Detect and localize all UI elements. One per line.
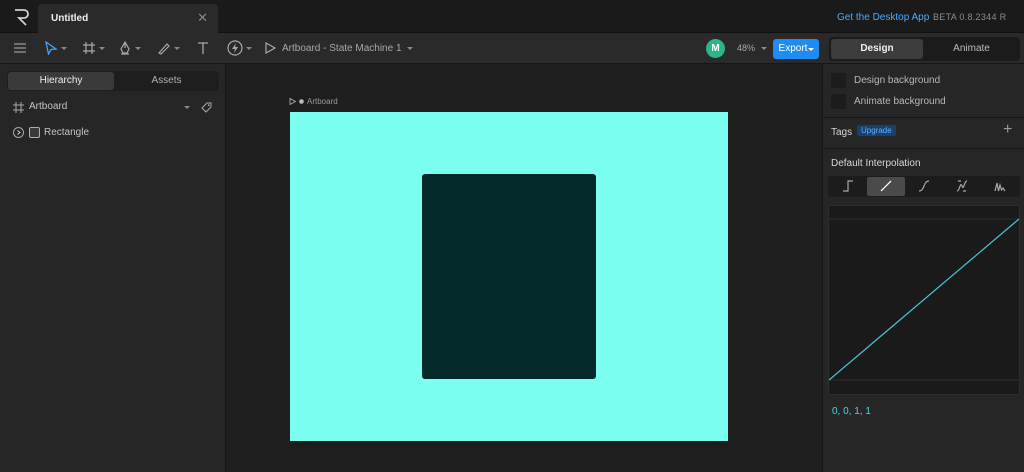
interpolation-options [828, 176, 1020, 197]
chevron-down-icon [407, 46, 414, 50]
dot-icon [299, 99, 304, 104]
interpolation-cubic-mirror-button[interactable] [943, 177, 981, 196]
elastic-curve-icon [994, 182, 1006, 192]
chevron-down-icon [760, 47, 767, 51]
lightning-icon [227, 40, 243, 56]
interpolation-linear-button[interactable] [867, 177, 905, 196]
chevron-down-icon [99, 46, 105, 50]
divider [823, 117, 1024, 118]
text-tool-button[interactable] [196, 38, 210, 58]
tag-icon[interactable] [201, 102, 212, 113]
artboard[interactable] [290, 112, 728, 441]
frame-icon [83, 42, 95, 54]
select-tool-button[interactable] [44, 38, 67, 58]
interpolation-hold-button[interactable] [829, 177, 867, 196]
events-tool-button[interactable] [227, 38, 252, 58]
design-background-checkbox[interactable] [831, 73, 846, 88]
artboard-label[interactable]: Artboard [289, 97, 338, 106]
inspector-panel: Design background Animate background Tag… [822, 64, 1024, 472]
interpolation-cubic-button[interactable] [905, 177, 943, 196]
tab-assets[interactable]: Assets [115, 72, 218, 90]
animate-background-checkbox[interactable] [831, 94, 846, 109]
shape-tool-button[interactable] [157, 38, 180, 58]
design-mode-button[interactable]: Design [831, 39, 923, 59]
artboard-name: Artboard [307, 97, 338, 106]
version-label: BETA 0.8.2344 R [933, 12, 1007, 22]
cubic-curve-icon [918, 180, 930, 192]
brush-icon [158, 43, 170, 55]
hamburger-menu-icon [14, 43, 26, 53]
cubic-mirror-curve-icon [956, 180, 968, 192]
upgrade-badge[interactable]: Upgrade [857, 125, 896, 136]
title-bar: Untitled ✕ Get the Desktop App BETA 0.8.… [0, 0, 1024, 33]
chevron-down-icon [174, 46, 180, 50]
interpolation-curve [828, 218, 1020, 381]
divider [823, 148, 1024, 149]
checkbox-label: Animate background [854, 96, 946, 107]
tree-item-artboard[interactable]: Artboard [0, 97, 226, 117]
pen-icon [120, 41, 130, 55]
hierarchy-panel: Hierarchy Assets Artboard Rectangle [0, 64, 226, 472]
state-machine-selector[interactable]: Artboard - State Machine 1 [282, 43, 414, 54]
play-icon[interactable] [289, 98, 296, 105]
rive-logo-icon[interactable] [13, 8, 29, 26]
panel-tabs: Hierarchy Assets [7, 71, 219, 91]
animate-mode-button[interactable]: Animate [925, 39, 1018, 59]
export-button[interactable]: Export [773, 39, 819, 59]
curve-editor[interactable] [828, 205, 1020, 395]
shape-icon [29, 127, 40, 138]
document-tab-label: Untitled [51, 13, 89, 24]
linear-curve-icon [880, 180, 892, 192]
expand-arrow-icon[interactable] [13, 127, 24, 138]
checkbox-label: Design background [854, 75, 941, 86]
curve-values: 0, 0, 1, 1 [832, 406, 871, 417]
menu-button[interactable] [13, 38, 27, 58]
rectangle-shape[interactable] [422, 174, 596, 379]
animate-background-option[interactable]: Animate background [831, 94, 1021, 110]
chevron-down-icon[interactable] [184, 106, 190, 109]
text-tool-icon [198, 42, 208, 54]
chevron-down-icon [135, 46, 141, 50]
breadcrumb: Artboard - State Machine 1 [282, 43, 402, 54]
tags-heading: Tags [831, 127, 853, 138]
add-tag-icon[interactable]: + [1003, 121, 1012, 139]
chevron-down-icon [61, 46, 67, 50]
mode-toggle: Design Animate [829, 37, 1020, 61]
tab-hierarchy[interactable]: Hierarchy [8, 72, 114, 90]
design-background-option[interactable]: Design background [831, 73, 1021, 89]
interpolation-heading: Default Interpolation [831, 158, 921, 169]
curve-graph [828, 218, 1020, 381]
tree-item-rectangle[interactable]: Rectangle [0, 123, 226, 143]
toolbar: Artboard - State Machine 1 M 48% Export … [0, 33, 1024, 64]
zoom-level[interactable]: 48% [737, 43, 767, 53]
document-tab[interactable]: Untitled ✕ [38, 4, 218, 33]
pen-tool-button[interactable] [118, 38, 141, 58]
tree-item-label: Rectangle [44, 127, 90, 138]
avatar[interactable]: M [706, 39, 725, 58]
artboard-icon [13, 102, 24, 113]
export-label: Export [778, 43, 808, 54]
interpolation-elastic-button[interactable] [981, 177, 1019, 196]
close-tab-icon[interactable]: ✕ [197, 10, 208, 26]
play-button[interactable] [264, 38, 276, 58]
chevron-down-icon [246, 46, 252, 50]
chevron-down-icon [808, 48, 814, 51]
zoom-value: 48% [737, 43, 756, 53]
play-icon [265, 42, 276, 54]
pointer-arrow-icon [45, 41, 58, 55]
artboard-tool-button[interactable] [82, 38, 105, 58]
get-desktop-app-link[interactable]: Get the Desktop App [837, 12, 929, 23]
hold-curve-icon [843, 180, 853, 192]
canvas[interactable]: Artboard [227, 64, 821, 472]
tree-item-label: Artboard [29, 101, 68, 112]
